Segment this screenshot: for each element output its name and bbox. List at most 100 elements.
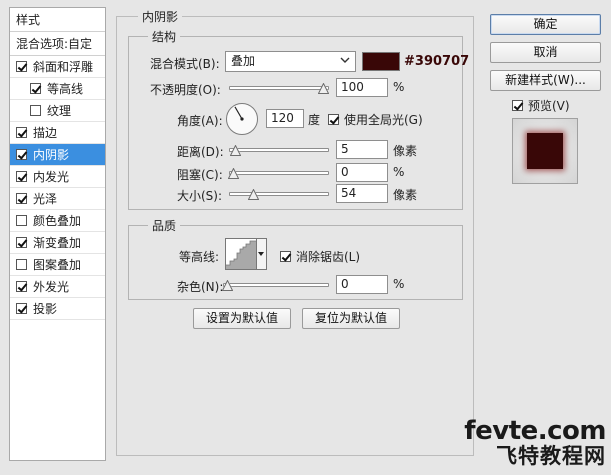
- checkbox-icon[interactable]: [16, 193, 27, 204]
- choke-percent: %: [393, 165, 405, 179]
- structure-title: 结构: [148, 28, 181, 45]
- styles-header: 样式: [10, 8, 105, 32]
- style-item[interactable]: 斜面和浮雕: [10, 56, 105, 78]
- contour-dropdown-button[interactable]: [257, 238, 267, 270]
- preview-checkbox[interactable]: 预览(V): [512, 97, 570, 114]
- inner-shadow-title: 内阴影: [138, 8, 183, 25]
- checkbox-icon[interactable]: [16, 281, 27, 292]
- style-item-label: 投影: [33, 301, 58, 316]
- size-label: 大小(S):: [177, 189, 223, 203]
- checkbox-icon[interactable]: [328, 114, 339, 125]
- site-watermark: fevte.com 飞特教程网: [464, 418, 606, 468]
- chevron-down-icon: [340, 55, 350, 65]
- opacity-percent: %: [393, 80, 405, 94]
- distance-label: 距离(D):: [177, 145, 224, 159]
- opacity-input[interactable]: 100: [336, 78, 388, 97]
- style-item[interactable]: 描边: [10, 122, 105, 144]
- distance-input[interactable]: 5: [336, 140, 388, 159]
- style-item[interactable]: 渐变叠加: [10, 232, 105, 254]
- choke-input[interactable]: 0: [336, 163, 388, 182]
- checkbox-icon[interactable]: [16, 127, 27, 138]
- style-item-label: 外发光: [33, 279, 70, 294]
- style-item[interactable]: 外发光: [10, 276, 105, 298]
- contour-preview-icon: [225, 238, 257, 270]
- preview-label: 预览(V): [528, 99, 570, 113]
- style-item-label: 纹理: [47, 103, 72, 118]
- contour-picker[interactable]: [225, 238, 267, 270]
- checkbox-icon[interactable]: [30, 83, 41, 94]
- watermark-domain: fevte.com: [464, 416, 606, 446]
- style-item[interactable]: 纹理: [10, 100, 105, 122]
- noise-percent: %: [393, 277, 405, 291]
- antialias-checkbox[interactable]: 消除锯齿(L): [280, 248, 360, 265]
- distance-unit: 像素: [393, 144, 418, 158]
- styles-list: 样式 混合选项:自定 斜面和浮雕等高线纹理描边内阴影内发光光泽颜色叠加渐变叠加图…: [9, 7, 106, 461]
- angle-input[interactable]: 120: [266, 109, 304, 128]
- distance-slider[interactable]: [229, 145, 329, 156]
- noise-label: 杂色(N):: [177, 280, 224, 294]
- checkbox-icon[interactable]: [16, 171, 27, 182]
- angle-dial[interactable]: [225, 102, 259, 136]
- checkbox-icon[interactable]: [30, 105, 41, 116]
- opacity-slider-handle[interactable]: [318, 83, 329, 94]
- size-slider[interactable]: [229, 189, 329, 200]
- style-item-label: 内阴影: [33, 147, 70, 162]
- noise-slider[interactable]: [222, 280, 329, 291]
- style-item-label: 光泽: [33, 191, 58, 206]
- shadow-color-hex: #390707: [404, 54, 470, 69]
- size-unit: 像素: [393, 188, 418, 202]
- reset-default-button[interactable]: 复位为默认值: [302, 308, 400, 329]
- cancel-button[interactable]: 取消: [490, 42, 601, 63]
- style-item[interactable]: 颜色叠加: [10, 210, 105, 232]
- style-preview-thumbnail: [512, 118, 578, 184]
- noise-slider-handle[interactable]: [222, 280, 233, 291]
- style-item[interactable]: 光泽: [10, 188, 105, 210]
- blend-mode-value: 叠加: [231, 54, 256, 68]
- checkbox-icon[interactable]: [16, 237, 27, 248]
- distance-slider-handle[interactable]: [229, 145, 241, 156]
- ok-button[interactable]: 确定: [490, 14, 601, 35]
- choke-slider[interactable]: [228, 168, 329, 179]
- style-item-label: 渐变叠加: [33, 235, 82, 250]
- watermark-site-name: 飞特教程网: [496, 444, 606, 468]
- angle-label: 角度(A):: [177, 114, 223, 128]
- use-global-light-checkbox[interactable]: 使用全局光(G): [328, 111, 423, 128]
- checkbox-icon[interactable]: [16, 61, 27, 72]
- antialias-label: 消除锯齿(L): [296, 250, 361, 264]
- noise-input[interactable]: 0: [336, 275, 388, 294]
- chevron-down-icon: [258, 252, 264, 256]
- style-item-label: 描边: [33, 125, 58, 140]
- style-item-label: 斜面和浮雕: [33, 59, 94, 74]
- use-global-light-label: 使用全局光(G): [344, 113, 423, 127]
- size-input[interactable]: 54: [336, 184, 388, 203]
- checkbox-icon[interactable]: [16, 259, 27, 270]
- style-item[interactable]: 图案叠加: [10, 254, 105, 276]
- style-item-label: 图案叠加: [33, 257, 82, 272]
- new-style-button[interactable]: 新建样式(W)...: [490, 70, 601, 91]
- style-item[interactable]: 投影: [10, 298, 105, 320]
- shadow-color-swatch[interactable]: [362, 52, 400, 71]
- style-item[interactable]: 内阴影: [10, 144, 105, 166]
- style-item[interactable]: 内发光: [10, 166, 105, 188]
- checkbox-icon[interactable]: [512, 100, 523, 111]
- preview-square: [527, 133, 563, 169]
- contour-label: 等高线:: [179, 250, 220, 264]
- style-item-label: 内发光: [33, 169, 70, 184]
- checkbox-icon[interactable]: [16, 215, 27, 226]
- checkbox-icon[interactable]: [16, 149, 27, 160]
- checkbox-icon[interactable]: [280, 251, 291, 262]
- style-item-label: 颜色叠加: [33, 213, 82, 228]
- choke-label: 阻塞(C):: [177, 168, 223, 182]
- opacity-slider[interactable]: [229, 83, 329, 94]
- quality-title: 品质: [148, 217, 181, 234]
- blending-options-item[interactable]: 混合选项:自定: [10, 32, 105, 56]
- angle-unit: 度: [308, 113, 321, 127]
- style-item[interactable]: 等高线: [10, 78, 105, 100]
- style-item-label: 等高线: [47, 81, 84, 96]
- set-default-button[interactable]: 设置为默认值: [193, 308, 291, 329]
- blend-mode-select[interactable]: 叠加: [225, 51, 356, 72]
- checkbox-icon[interactable]: [16, 303, 27, 314]
- size-slider-handle[interactable]: [247, 189, 259, 200]
- opacity-label: 不透明度(O):: [150, 83, 221, 97]
- choke-slider-handle[interactable]: [228, 168, 239, 179]
